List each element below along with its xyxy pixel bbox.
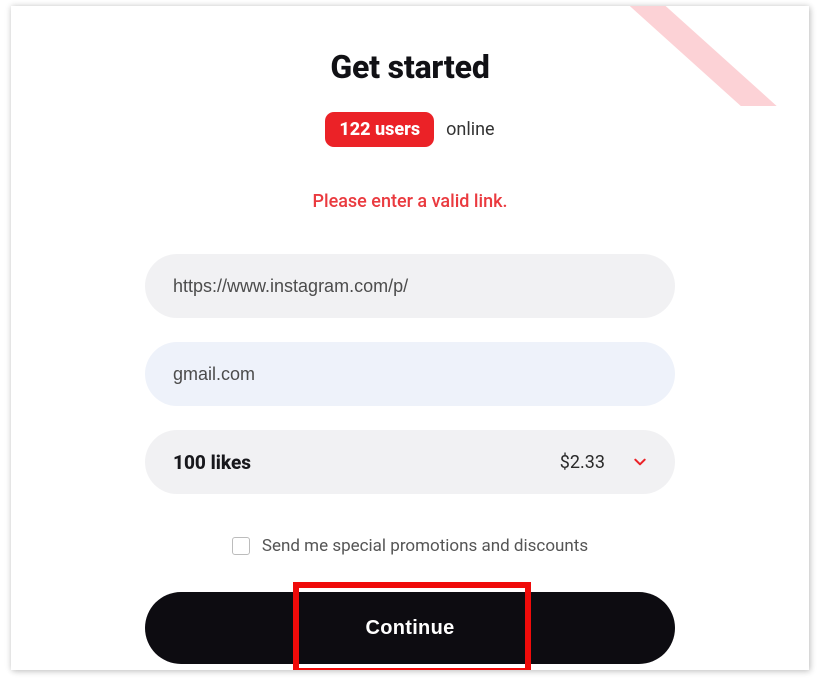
email-input[interactable] — [145, 342, 675, 406]
corner-decoration-graphic — [629, 6, 809, 106]
product-select[interactable]: 100 likes $2.33 — [145, 430, 675, 494]
error-message: Please enter a valid link. — [313, 191, 508, 212]
get-started-card: Get started 122 users online Please ente… — [11, 6, 809, 670]
product-label: 100 likes — [173, 451, 251, 474]
form-fields: 100 likes $2.33 — [145, 254, 675, 494]
users-count-badge: 122 users — [325, 112, 434, 147]
continue-button[interactable]: Continue — [145, 592, 675, 664]
online-label: online — [446, 119, 494, 140]
promotions-label: Send me special promotions and discounts — [262, 536, 588, 556]
link-input[interactable] — [145, 254, 675, 318]
chevron-down-icon — [633, 455, 647, 469]
page-title: Get started — [330, 48, 489, 86]
promotions-row: Send me special promotions and discounts — [232, 536, 588, 556]
promotions-checkbox[interactable] — [232, 537, 250, 555]
product-price: $2.33 — [560, 452, 605, 473]
users-online-row: 122 users online — [325, 112, 494, 147]
continue-button-wrap: Continue — [145, 592, 675, 664]
